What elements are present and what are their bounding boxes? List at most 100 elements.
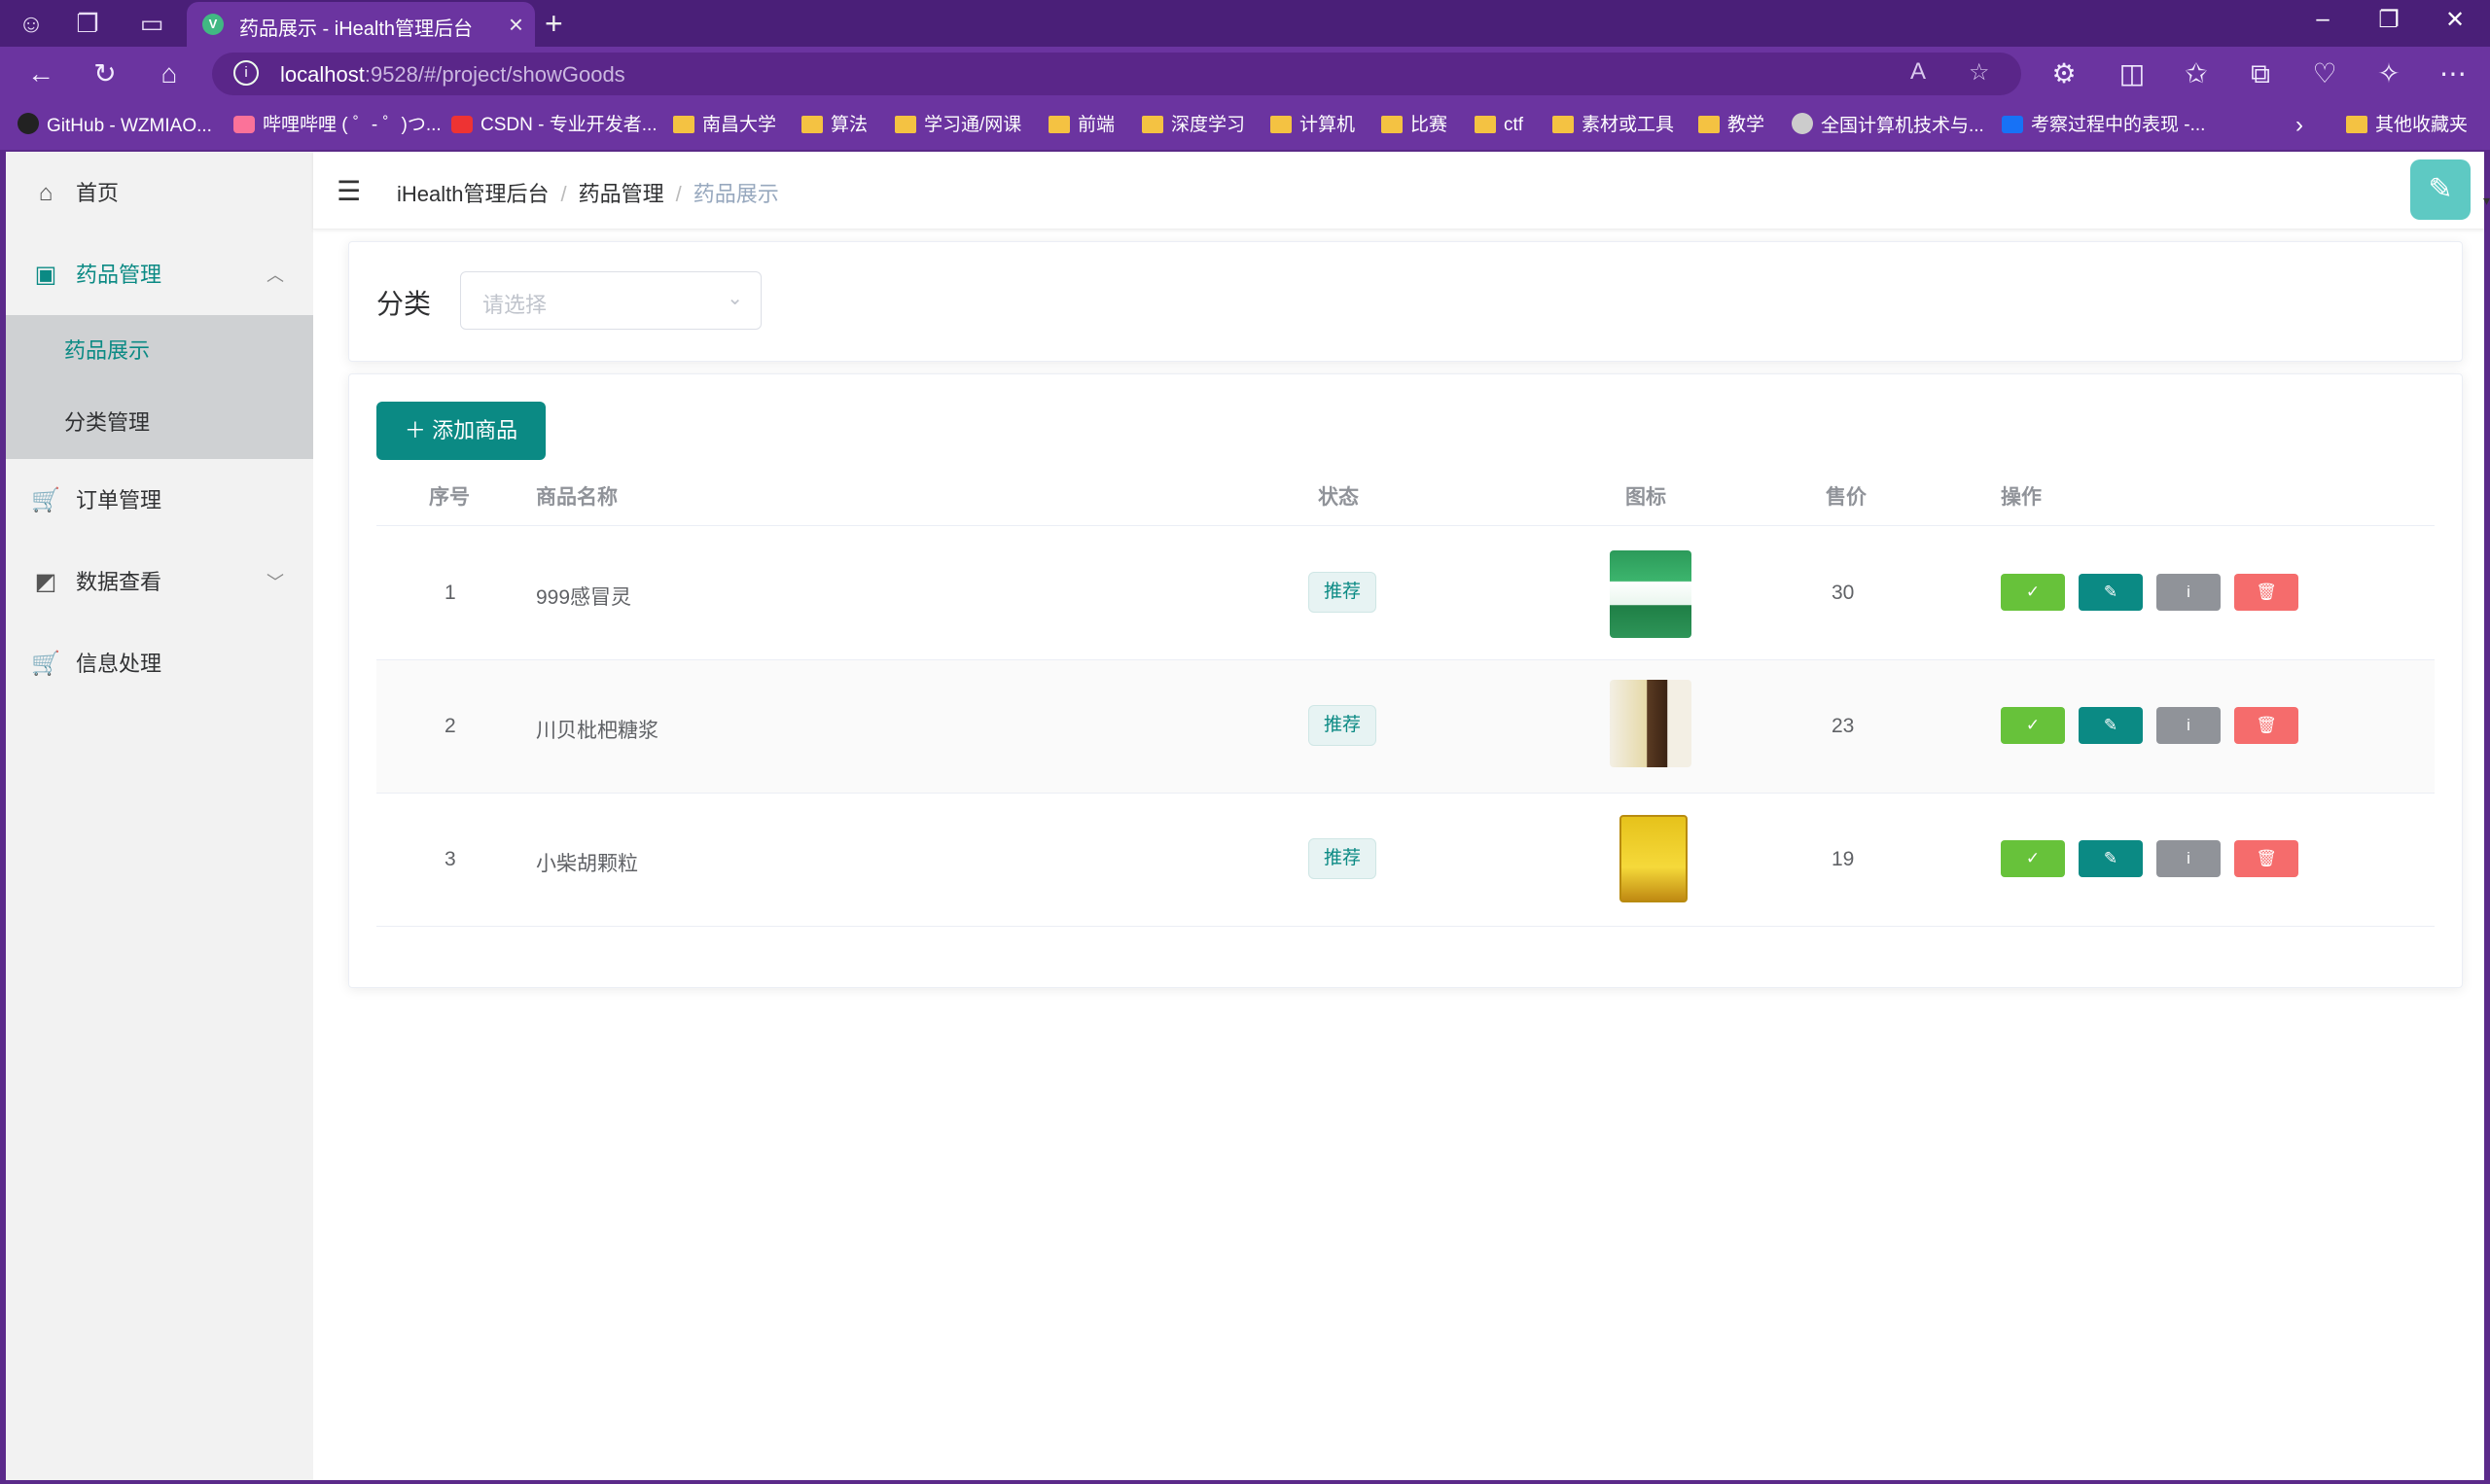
sidebar-item-drug-management[interactable]: ▣ 药品管理 ︿: [6, 237, 313, 313]
check-button[interactable]: ✓: [2001, 574, 2065, 611]
column-header-icon: 图标: [1625, 486, 1666, 509]
bookmark-ncre[interactable]: 全国计算机技术与...: [1792, 113, 1984, 138]
bookmark-folder[interactable]: 算法: [801, 113, 868, 138]
table-row: 3 小柴胡颗粒 推荐 19 ✓ ✎ i 🗑: [376, 794, 2435, 927]
cart-icon: 🛒: [31, 651, 60, 677]
bookmark-other-favorites[interactable]: 其他收藏夹: [2346, 113, 2468, 138]
minimize-icon[interactable]: –: [2303, 6, 2342, 33]
tab-title: 药品展示 - iHealth管理后台: [239, 18, 474, 40]
bookmark-folder[interactable]: 比赛: [1381, 113, 1447, 138]
user-avatar[interactable]: ✎: [2410, 159, 2471, 220]
info-button[interactable]: i: [2156, 707, 2221, 744]
folder-icon: [1049, 116, 1070, 133]
edit-button[interactable]: ✎: [2079, 707, 2143, 744]
edit-button[interactable]: ✎: [2079, 840, 2143, 877]
chevron-down-icon: ﹀: [267, 573, 284, 592]
cart-icon: 🛒: [31, 487, 60, 513]
table-card: ＋ 添加商品 序号 商品名称 状态 图标 售价 操作 1 999感冒灵 推荐 3…: [348, 373, 2463, 988]
more-bookmarks-icon[interactable]: ›: [2295, 113, 2303, 138]
select-placeholder: 请选择: [482, 293, 548, 317]
category-select[interactable]: 请选择 ⌄: [460, 271, 762, 330]
favorites-icon[interactable]: ✩: [2179, 56, 2214, 91]
plus-icon: ＋: [404, 418, 426, 442]
check-button[interactable]: ✓: [2001, 707, 2065, 744]
bookmark-folder[interactable]: 南昌大学: [673, 113, 776, 138]
browser-window: ☺ ❐ ▭ V 药品展示 - iHealth管理后台 × + – ❐ ✕ ← ↻…: [0, 0, 2490, 1484]
delete-button[interactable]: 🗑: [2234, 707, 2298, 744]
bookmark-csdn[interactable]: CSDN - 专业开发者...: [451, 113, 658, 138]
breadcrumb-item[interactable]: iHealth管理后台: [397, 182, 549, 206]
sidebar-subitem-category-management[interactable]: 分类管理: [6, 387, 313, 459]
info-button[interactable]: i: [2156, 840, 2221, 877]
bookmark-folder[interactable]: 学习通/网课: [895, 113, 1021, 138]
cell-price: 30: [1832, 582, 1855, 604]
delete-button[interactable]: 🗑: [2234, 840, 2298, 877]
cell-name: 999感冒灵: [536, 586, 632, 609]
breadcrumb-current: 药品展示: [693, 182, 779, 206]
active-tab[interactable]: V 药品展示 - iHealth管理后台 ×: [187, 2, 535, 47]
address-bar[interactable]: i localhost:9528/#/project/showGoods A ☆: [212, 53, 2021, 95]
read-aloud-icon[interactable]: A: [1910, 58, 1926, 86]
browser-essentials-icon[interactable]: ♡: [2307, 56, 2342, 91]
sidebar: ⌂ 首页 ▣ 药品管理 ︿ 药品展示 分类管理 🛒 订单管理 ◩ 数据查看 ﹀ …: [6, 152, 313, 1480]
split-screen-icon[interactable]: ◫: [2115, 56, 2150, 91]
breadcrumb: iHealth管理后台 / 药品管理 / 药品展示: [397, 182, 779, 206]
sidebar-item-home[interactable]: ⌂ 首页: [6, 156, 313, 231]
restore-icon[interactable]: ❐: [2369, 6, 2408, 34]
bookmark-folder[interactable]: ctf: [1475, 113, 1523, 138]
breadcrumb-item[interactable]: 药品管理: [579, 182, 664, 206]
favorite-star-icon[interactable]: ☆: [1969, 58, 1990, 87]
bookmark-folder[interactable]: 深度学习: [1142, 113, 1245, 138]
product-image: [1610, 680, 1691, 767]
close-tab-icon[interactable]: ×: [509, 10, 523, 40]
zhihu-icon: [2002, 116, 2023, 133]
bookmark-folder[interactable]: 计算机: [1270, 113, 1355, 138]
table-header: 序号 商品名称 状态 图标 售价 操作: [376, 466, 2435, 526]
product-image: [1619, 815, 1688, 902]
csdn-icon: [451, 116, 473, 133]
cell-index: 3: [445, 848, 456, 870]
cell-price: 19: [1832, 848, 1855, 870]
sidebar-item-info-processing[interactable]: 🛒 信息处理: [6, 626, 313, 702]
site-info-icon[interactable]: i: [233, 60, 259, 86]
column-header-index: 序号: [429, 486, 470, 509]
bookmark-folder[interactable]: 教学: [1698, 113, 1764, 138]
info-button[interactable]: i: [2156, 574, 2221, 611]
tab-actions-icon[interactable]: ▭: [136, 8, 167, 39]
caret-down-icon[interactable]: ▾: [2483, 193, 2490, 209]
bookmark-bilibili[interactable]: 哔哩哔哩 ( ゜- ゜)つ...: [233, 113, 442, 138]
check-button[interactable]: ✓: [2001, 840, 2065, 877]
sidebar-item-data-view[interactable]: ◩ 数据查看 ﹀: [6, 545, 313, 620]
folder-icon: [1381, 116, 1403, 133]
add-goods-button[interactable]: ＋ 添加商品: [376, 402, 546, 460]
bookmark-zhihu[interactable]: 考察过程中的表现 -...: [2002, 113, 2205, 138]
collapse-menu-icon[interactable]: ☰: [337, 175, 361, 207]
home-icon[interactable]: ⌂: [152, 56, 187, 91]
back-icon[interactable]: ←: [23, 56, 58, 91]
collections-icon[interactable]: ⧉: [2243, 56, 2278, 91]
bookmark-folder[interactable]: 前端: [1049, 113, 1115, 138]
delete-button[interactable]: 🗑: [2234, 574, 2298, 611]
copilot-icon[interactable]: ✧: [2371, 56, 2406, 91]
table-row: 2 川贝枇杷糖浆 推荐 23 ✓ ✎ i 🗑: [376, 660, 2435, 794]
vue-favicon-icon: V: [202, 14, 224, 35]
bookmark-github[interactable]: GitHub - WZMIAO...: [18, 113, 212, 138]
more-menu-icon[interactable]: ⋯: [2436, 56, 2471, 91]
cell-index: 2: [445, 715, 456, 737]
close-window-icon[interactable]: ✕: [2436, 6, 2474, 34]
extensions-icon[interactable]: ⚙: [2046, 56, 2081, 91]
sidebar-subitem-drug-display[interactable]: 药品展示: [6, 315, 313, 387]
new-tab-icon[interactable]: +: [545, 6, 563, 42]
folder-icon: [1142, 116, 1163, 133]
bookmark-folder[interactable]: 素材或工具: [1552, 113, 1674, 138]
folder-icon: [1698, 116, 1720, 133]
sidebar-item-orders[interactable]: 🛒 订单管理: [6, 463, 313, 539]
column-header-price: 售价: [1826, 486, 1867, 509]
profile-avatar-icon[interactable]: ☺: [16, 8, 47, 39]
url-text[interactable]: localhost:9528/#/project/showGoods: [280, 62, 625, 88]
workspaces-icon[interactable]: ❐: [72, 8, 103, 39]
folder-icon: [1270, 116, 1292, 133]
edit-button[interactable]: ✎: [2079, 574, 2143, 611]
reload-icon[interactable]: ↻: [88, 56, 123, 91]
chart-icon: ◩: [34, 569, 57, 595]
